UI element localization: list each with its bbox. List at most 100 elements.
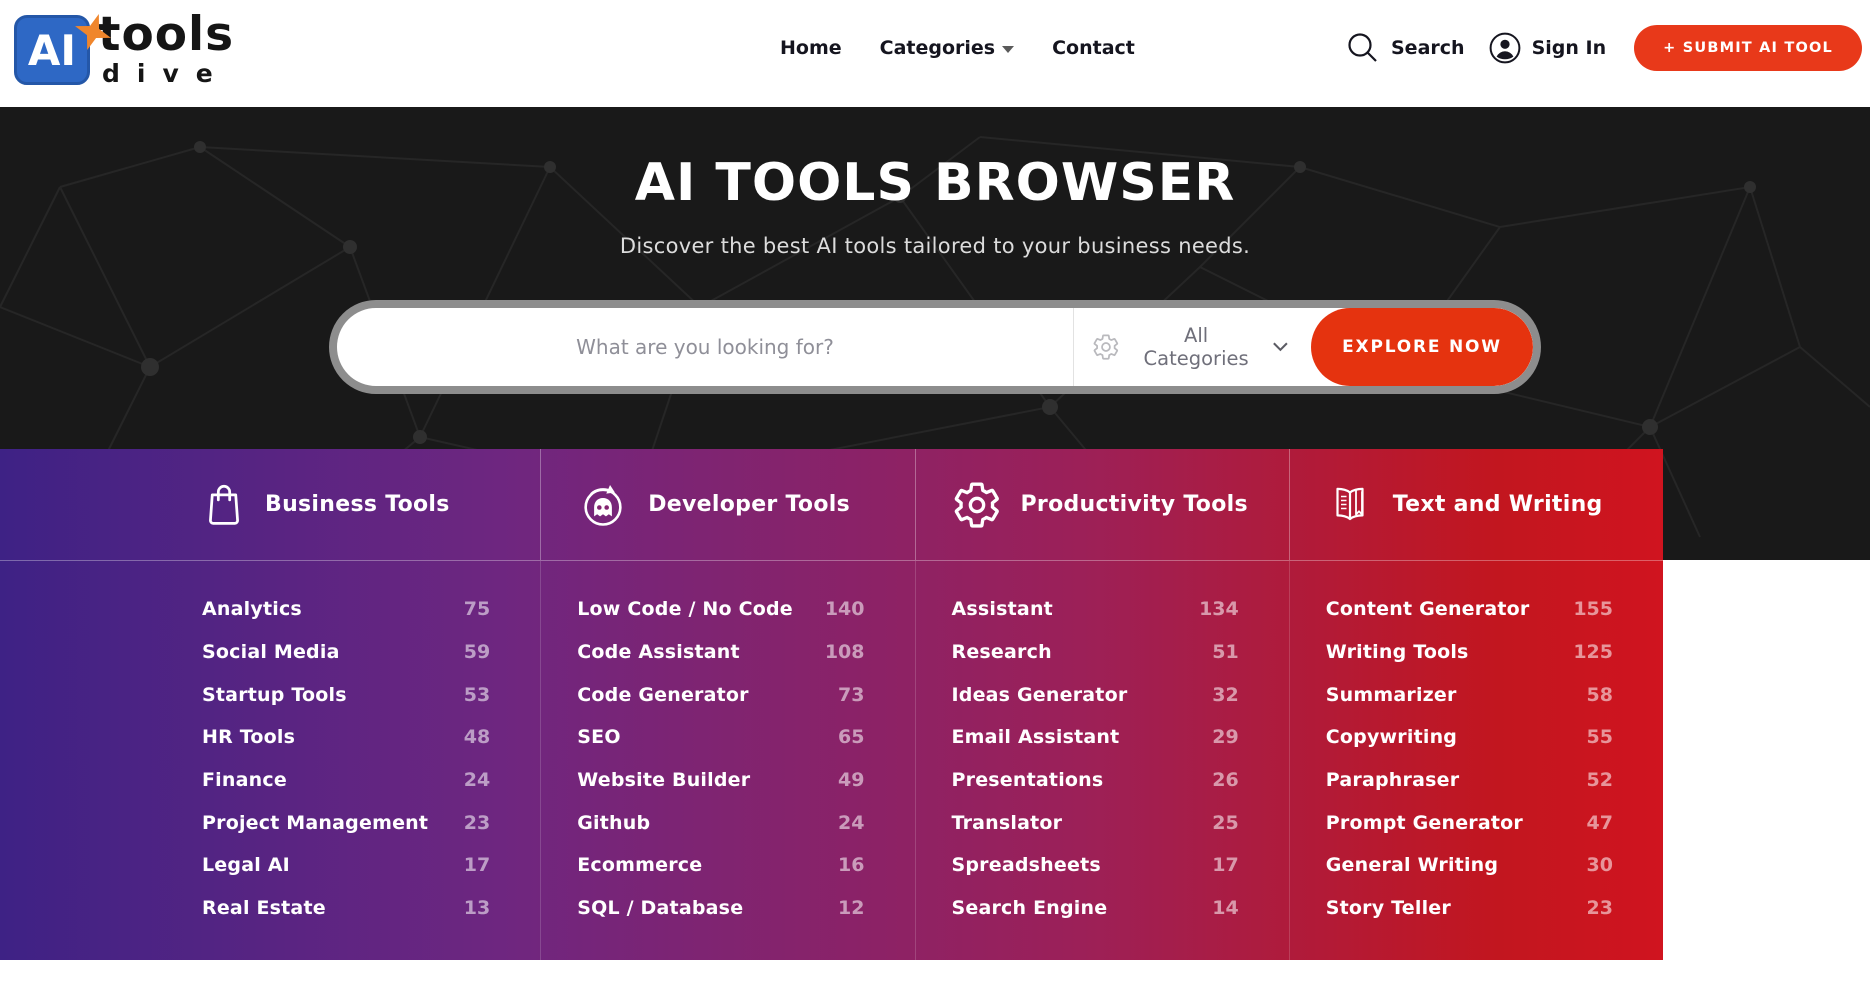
category-item[interactable]: Website Builder49 — [577, 759, 864, 802]
category-label: Email Assistant — [952, 726, 1120, 748]
category-item[interactable]: Translator25 — [952, 801, 1239, 844]
gear-icon — [952, 480, 1002, 530]
explore-now-button[interactable]: EXPLORE NOW — [1311, 308, 1533, 386]
category-item[interactable]: Real Estate13 — [202, 887, 490, 930]
category-item[interactable]: Ideas Generator 32 — [952, 673, 1239, 716]
category-count: 75 — [464, 598, 490, 620]
category-item[interactable]: Paraphraser52 — [1326, 759, 1613, 802]
category-item[interactable]: Copywriting55 — [1326, 716, 1613, 759]
category-item[interactable]: SEO 65 — [577, 716, 864, 759]
category-header-row: Business Tools Developer Tools Productiv… — [0, 449, 1663, 561]
category-item[interactable]: Presentations26 — [952, 759, 1239, 802]
category-item[interactable]: Research51 — [952, 631, 1239, 674]
category-label: Github — [577, 812, 650, 834]
header-signin-button[interactable]: Sign In — [1489, 32, 1607, 64]
nav-categories[interactable]: Categories — [880, 37, 1014, 59]
category-item[interactable]: SQL / Database12 — [577, 887, 864, 930]
category-item[interactable]: Ecommerce16 — [577, 844, 864, 887]
logo-wordmark: tools dive — [98, 13, 234, 88]
category-label: Code Generator — [577, 684, 749, 706]
main-nav: Home Categories Contact — [780, 0, 1135, 95]
category-count: 65 — [838, 726, 864, 748]
category-item[interactable]: Low Code / No Code 140 — [577, 588, 864, 631]
category-label: Presentations — [952, 769, 1104, 791]
category-item[interactable]: Email Assistant29 — [952, 716, 1239, 759]
column-title: Developer Tools — [648, 492, 850, 517]
category-item[interactable]: Summarizer58 — [1326, 673, 1613, 716]
nav-home-label: Home — [780, 37, 842, 59]
category-label: Search Engine — [952, 897, 1108, 919]
category-label: Assistant — [952, 598, 1053, 620]
search-label: Search — [1391, 37, 1465, 59]
column-title: Productivity Tools — [1021, 492, 1248, 517]
category-label: Legal AI — [202, 854, 290, 876]
category-item[interactable]: Story Teller23 — [1326, 887, 1613, 930]
nav-contact[interactable]: Contact — [1052, 37, 1135, 59]
category-count: 59 — [464, 641, 490, 663]
category-item[interactable]: Social Media59 — [202, 631, 490, 674]
category-item[interactable]: Search Engine14 — [952, 887, 1239, 930]
category-item[interactable]: General Writing30 — [1326, 844, 1613, 887]
category-item[interactable]: Project Management23 — [202, 801, 490, 844]
category-count: 140 — [825, 598, 865, 620]
submit-ai-tool-button[interactable]: + SUBMIT AI TOOL — [1634, 25, 1862, 71]
category-label: Analytics — [202, 598, 302, 620]
category-label: Finance — [202, 769, 287, 791]
category-label: Ideas Generator — [952, 684, 1128, 706]
category-count: 32 — [1212, 684, 1238, 706]
header-actions: Search Sign In + SUBMIT AI TOOL — [1346, 0, 1862, 95]
category-label: Low Code / No Code — [577, 598, 793, 620]
signin-label: Sign In — [1532, 37, 1607, 59]
column-header-business-tools[interactable]: Business Tools — [166, 449, 540, 560]
category-count: 48 — [464, 726, 490, 748]
category-select-value: All Categories — [1133, 324, 1259, 370]
hero-search-input[interactable] — [337, 308, 1073, 386]
category-count: 55 — [1587, 726, 1613, 748]
category-item[interactable]: Finance24 — [202, 759, 490, 802]
search-icon — [1346, 31, 1380, 65]
category-item[interactable]: Content Generator155 — [1326, 588, 1613, 631]
column-header-text-and-writing[interactable]: Text and Writing — [1289, 449, 1663, 560]
category-label: HR Tools — [202, 726, 295, 748]
category-label: Research — [952, 641, 1052, 663]
category-item[interactable]: Spreadsheets17 — [952, 844, 1239, 887]
category-list-developer: Low Code / No Code140Code Assistant108Co… — [540, 561, 914, 960]
category-count: 17 — [464, 854, 490, 876]
logo-ai-text: AI — [28, 26, 76, 75]
category-item[interactable]: Writing Tools125 — [1326, 631, 1613, 674]
category-select-dropdown[interactable]: All Categories — [1073, 308, 1311, 386]
category-item[interactable]: Code Generator73 — [577, 673, 864, 716]
category-item[interactable]: Legal AI 17 — [202, 844, 490, 887]
category-item[interactable]: Startup Tools53 — [202, 673, 490, 716]
category-label: Summarizer — [1326, 684, 1457, 706]
category-label: Project Management — [202, 812, 428, 834]
site-logo[interactable]: AI tools dive — [14, 7, 234, 88]
user-icon — [1489, 32, 1521, 64]
category-label: Ecommerce — [577, 854, 702, 876]
column-header-productivity-tools[interactable]: Productivity Tools — [915, 449, 1289, 560]
hero-search-bar: All Categories EXPLORE NOW — [329, 300, 1541, 394]
category-count: 13 — [464, 897, 490, 919]
shopping-bag-icon — [202, 481, 246, 529]
category-label: Translator — [952, 812, 1063, 834]
category-item[interactable]: Code Assistant108 — [577, 631, 864, 674]
nav-home[interactable]: Home — [780, 37, 842, 59]
category-count: 134 — [1199, 598, 1239, 620]
category-item[interactable]: Prompt Generator47 — [1326, 801, 1613, 844]
column-header-developer-tools[interactable]: Developer Tools — [540, 449, 914, 560]
category-label: SEO — [577, 726, 620, 748]
category-item[interactable]: Github 24 — [577, 801, 864, 844]
category-label: Paraphraser — [1326, 769, 1460, 791]
nav-contact-label: Contact — [1052, 37, 1135, 59]
header-search-button[interactable]: Search — [1346, 31, 1465, 65]
category-label: Startup Tools — [202, 684, 347, 706]
category-item[interactable]: Assistant 134 — [952, 588, 1239, 631]
bot-icon — [577, 479, 629, 531]
hero-title: AI TOOLS BROWSER — [0, 107, 1870, 212]
category-item[interactable]: Analytics 75 — [202, 588, 490, 631]
category-item[interactable]: HR Tools 48 — [202, 716, 490, 759]
category-count: 24 — [838, 812, 864, 834]
category-count: 12 — [838, 897, 864, 919]
hero-subtitle: Discover the best AI tools tailored to y… — [0, 234, 1870, 258]
sparkle-star-icon — [73, 12, 113, 52]
